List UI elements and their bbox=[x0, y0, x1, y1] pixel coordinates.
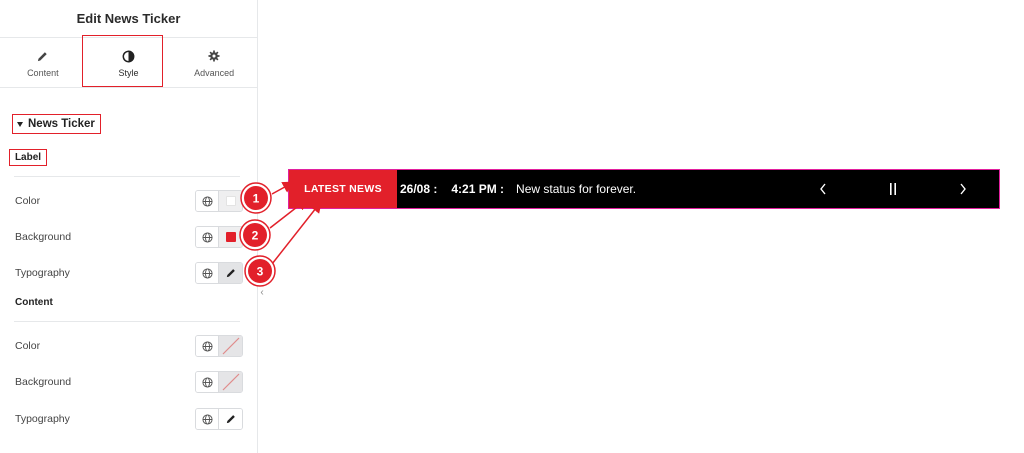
tab-style[interactable]: Style bbox=[86, 38, 172, 88]
tab-advanced[interactable]: Advanced bbox=[171, 38, 257, 88]
label-group-heading: Label bbox=[9, 149, 47, 166]
typography-control bbox=[195, 408, 243, 430]
contrast-icon bbox=[122, 48, 135, 64]
content-typography-row: Typography bbox=[15, 408, 243, 430]
globe-icon[interactable] bbox=[196, 409, 219, 429]
label-background-row: Background bbox=[15, 226, 243, 248]
pencil-icon bbox=[37, 48, 48, 64]
row-label: Color bbox=[15, 195, 41, 207]
pause-icon[interactable] bbox=[876, 170, 910, 208]
typography-control bbox=[195, 262, 243, 284]
editor-panel: Edit News Ticker Content Style Advanced … bbox=[0, 0, 258, 453]
tab-label: Content bbox=[27, 68, 59, 78]
divider bbox=[14, 321, 240, 322]
red-swatch[interactable] bbox=[219, 227, 242, 247]
label-color-row: Color bbox=[15, 190, 243, 212]
ticker-nav bbox=[806, 170, 999, 208]
row-label: Background bbox=[15, 231, 72, 243]
row-label: Color bbox=[15, 340, 41, 352]
content-group-heading: Content bbox=[15, 297, 53, 308]
panel-header: Edit News Ticker bbox=[0, 0, 257, 38]
panel-collapse-handle[interactable]: ‹ bbox=[256, 284, 268, 300]
globe-icon[interactable] bbox=[196, 336, 219, 356]
news-ticker: LATEST NEWS 26/08 : 4:21 PM : New status… bbox=[288, 169, 1000, 209]
swatch-fill bbox=[225, 232, 236, 242]
no-color-icon[interactable] bbox=[219, 372, 242, 392]
no-color-icon[interactable] bbox=[219, 336, 242, 356]
ticker-label: LATEST NEWS bbox=[289, 170, 397, 208]
row-label: Typography bbox=[15, 267, 70, 279]
ticker-item[interactable]: 26/08 : 4:21 PM : New status for forever… bbox=[400, 182, 636, 196]
tab-content[interactable]: Content bbox=[0, 38, 86, 88]
background-control bbox=[195, 226, 243, 248]
gear-icon bbox=[208, 48, 220, 64]
section-title: News Ticker bbox=[28, 118, 95, 130]
label-typography-row: Typography bbox=[15, 262, 243, 284]
divider bbox=[14, 176, 240, 177]
chevron-left-icon[interactable] bbox=[806, 170, 840, 208]
row-label: Background bbox=[15, 376, 72, 388]
globe-icon[interactable] bbox=[196, 372, 219, 392]
section-news-ticker[interactable]: News Ticker bbox=[12, 114, 101, 134]
chevron-right-icon[interactable] bbox=[946, 170, 980, 208]
panel-tabs: Content Style Advanced bbox=[0, 35, 257, 88]
ticker-time: 4:21 PM : bbox=[451, 182, 505, 196]
background-control bbox=[195, 371, 243, 393]
row-label: Typography bbox=[15, 413, 70, 425]
content-background-row: Background bbox=[15, 371, 243, 393]
globe-icon[interactable] bbox=[196, 227, 219, 247]
ticker-text: New status for forever. bbox=[516, 182, 637, 196]
globe-icon[interactable] bbox=[196, 263, 219, 283]
caret-down-icon bbox=[17, 121, 23, 127]
globe-icon[interactable] bbox=[196, 191, 219, 211]
pencil-icon[interactable] bbox=[219, 263, 242, 283]
swatch-fill bbox=[225, 196, 236, 206]
content-color-row: Color bbox=[15, 335, 243, 357]
tab-label: Advanced bbox=[194, 68, 235, 78]
white-swatch[interactable] bbox=[219, 191, 242, 211]
ticker-date: 26/08 : bbox=[400, 182, 438, 196]
panel-title: Edit News Ticker bbox=[76, 11, 181, 26]
pencil-icon[interactable] bbox=[219, 409, 242, 429]
color-control bbox=[195, 335, 243, 357]
tab-label: Style bbox=[118, 68, 139, 78]
callout-arrow bbox=[271, 200, 322, 265]
color-control bbox=[195, 190, 243, 212]
